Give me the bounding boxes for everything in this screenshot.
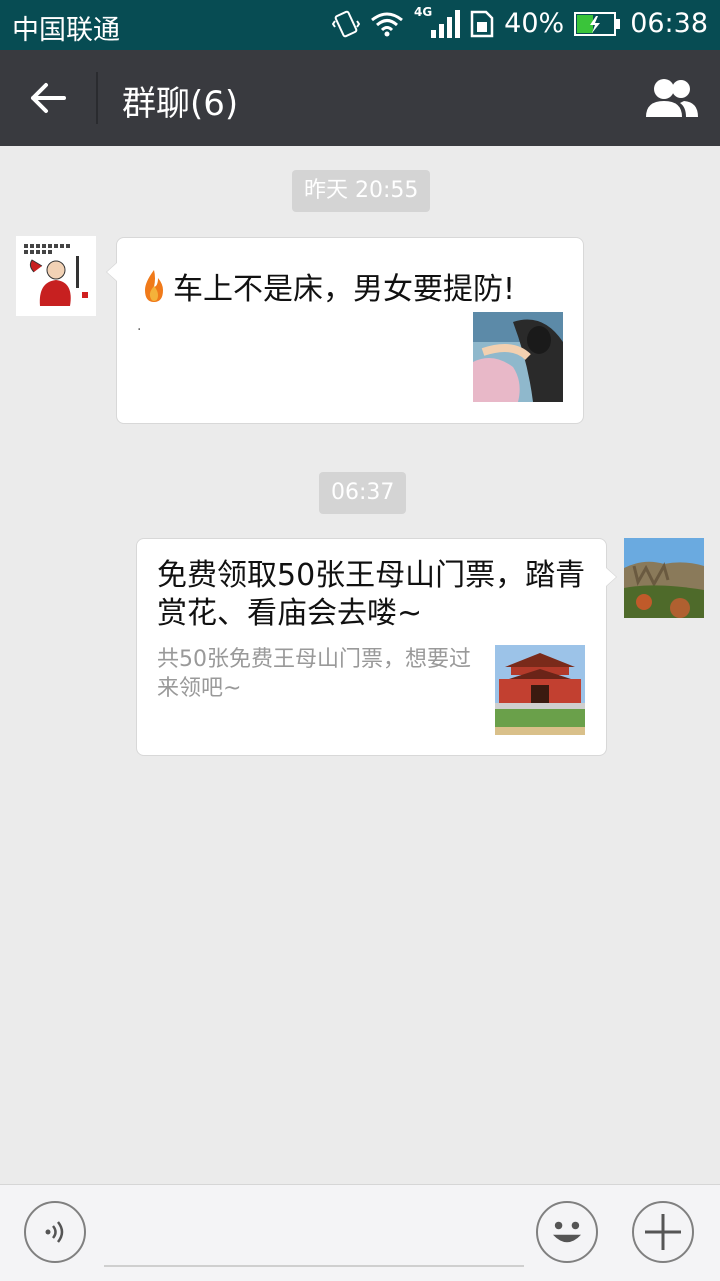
signal-icon: 4G <box>414 5 461 38</box>
plus-icon <box>645 1214 681 1250</box>
group-members-button[interactable] <box>642 72 702 124</box>
fire-icon <box>145 270 163 302</box>
battery-icon <box>574 11 621 36</box>
article-description: 共50张免费王母山门票，想要过来领吧~ <box>157 647 471 701</box>
status-indicators: 4G 40% 06:38 <box>331 5 708 39</box>
shared-article-card[interactable]: 车上不是床，男女要提防! . <box>106 237 584 424</box>
message-input-bar <box>0 1184 720 1281</box>
chat-header: 群聊(6) <box>0 50 720 146</box>
voice-input-button[interactable] <box>24 1201 86 1263</box>
group-members-icon <box>646 79 698 117</box>
article-thumbnail <box>473 312 563 402</box>
back-button[interactable] <box>20 74 76 122</box>
sim-icon <box>470 10 494 38</box>
emoji-button[interactable] <box>536 1201 598 1263</box>
article-thumbnail <box>495 645 585 735</box>
network-type: 4G <box>413 4 433 19</box>
sender-avatar[interactable] <box>16 236 96 316</box>
my-avatar[interactable] <box>624 538 704 618</box>
shared-article-card[interactable]: 免费领取50张王母山门票，踏青赏花、看庙会去喽~ 共50张免费王母山门票，想要过… <box>136 538 617 756</box>
vibrate-icon <box>331 9 360 39</box>
back-arrow-icon <box>31 83 66 113</box>
battery-percent: 40% <box>504 8 565 39</box>
emoji-icon <box>552 1221 582 1243</box>
voice-icon <box>45 1221 64 1243</box>
status-bar: 中国联通 4G 40% 06:38 <box>0 0 720 50</box>
article-title-text: 车上不是床，男女要提防! <box>173 272 516 307</box>
header-divider <box>96 72 98 124</box>
article-description: . <box>137 318 142 334</box>
article-title-text: 免费领取50张王母山门票，踏青赏花、看庙会去喽~ <box>157 558 586 631</box>
message-timestamp: 06:37 <box>319 472 407 514</box>
wifi-icon <box>370 11 404 37</box>
article-title: 车上不是床，男女要提防! <box>139 264 515 308</box>
message-timestamp: 昨天 20:55 <box>292 170 431 212</box>
clock: 06:38 <box>630 8 708 39</box>
more-actions-button[interactable] <box>632 1201 694 1263</box>
chat-title: 群聊(6) <box>122 84 239 124</box>
carrier-name: 中国联通 <box>12 15 120 46</box>
message-input[interactable] <box>104 1205 524 1267</box>
